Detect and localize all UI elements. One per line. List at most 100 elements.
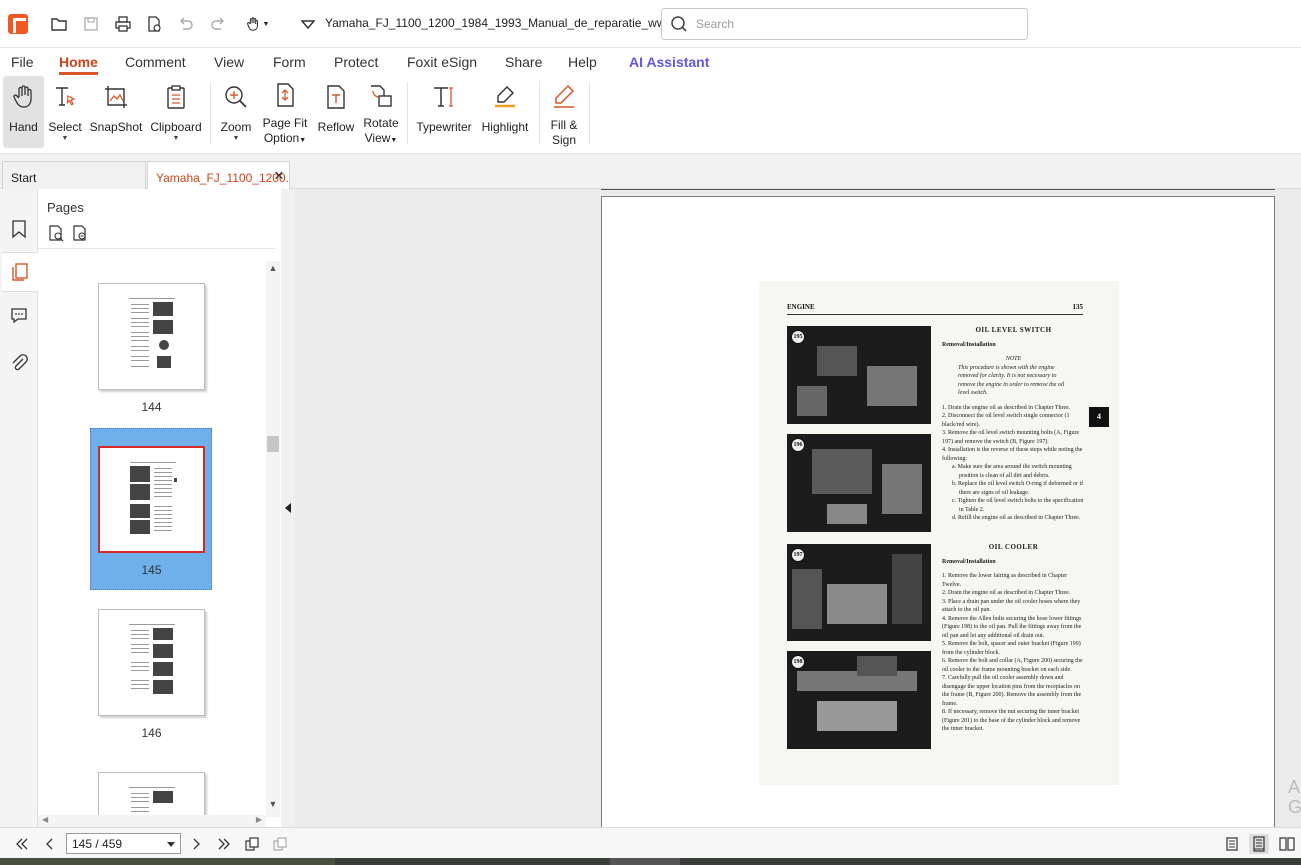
figure-photo: 197 [787, 544, 931, 641]
clipboard-icon [162, 82, 190, 112]
new-pdf-icon[interactable] [142, 12, 166, 36]
clipboard-dropdown-icon[interactable]: ▼ [173, 135, 180, 143]
two-page-view-icon[interactable] [1277, 834, 1297, 854]
page-dropdown-icon[interactable] [167, 842, 175, 847]
single-page-view-icon[interactable] [1222, 834, 1242, 854]
fill-and-sign-button[interactable]: Fill & Sign [545, 76, 583, 148]
page-fit-option-button[interactable]: Page Fit Option▼ [260, 76, 310, 148]
page-number-field[interactable]: 145 / 459 [66, 833, 181, 854]
menu-protect[interactable]: Protect [334, 54, 378, 70]
print-icon[interactable] [111, 12, 135, 36]
page-thumbnail-144[interactable] [98, 283, 205, 390]
tab-document[interactable]: Yamaha_FJ_1100_1200... ✕ [147, 161, 290, 190]
hand-tool-button[interactable]: Hand [3, 76, 44, 148]
pdf-page[interactable]: ENGINE 135 195 196 197 198 OIL LEVEL SWI… [601, 196, 1275, 827]
rotate-view-icon [367, 82, 395, 108]
previous-view-icon[interactable] [242, 834, 262, 854]
select-text-icon [51, 82, 79, 112]
previous-page-icon[interactable] [40, 834, 60, 854]
pages-panel-title: Pages [47, 200, 84, 215]
clipboard-button[interactable]: Clipboard ▼ [148, 76, 204, 148]
next-page-icon[interactable] [186, 834, 206, 854]
scroll-up-icon[interactable]: ▲ [266, 263, 280, 277]
next-view-icon[interactable] [270, 834, 290, 854]
thumbnails-vertical-scrollbar[interactable]: ▲ ▼ [266, 261, 280, 817]
scanned-manual-page: ENGINE 135 195 196 197 198 OIL LEVEL SWI… [759, 281, 1119, 785]
ribbon-divider [407, 82, 408, 144]
menu-help[interactable]: Help [568, 54, 597, 70]
menu-share[interactable]: Share [505, 54, 542, 70]
page-thumbnail-145[interactable] [98, 446, 205, 553]
pages-panel-icon[interactable] [2, 252, 38, 292]
comments-icon[interactable] [4, 295, 34, 335]
last-page-icon[interactable] [214, 834, 234, 854]
menu-form[interactable]: Form [273, 54, 306, 70]
bookmarks-icon[interactable] [4, 209, 34, 249]
collapse-panel-handle[interactable] [281, 189, 295, 827]
search-box[interactable] [661, 8, 1028, 40]
ribbon-divider [210, 82, 211, 144]
page-thumbnail-preview [129, 785, 175, 817]
menu-foxit-esign[interactable]: Foxit eSign [407, 54, 477, 70]
scroll-left-icon[interactable]: ◀ [42, 815, 48, 824]
zoom-dropdown-icon[interactable]: ▼ [233, 135, 240, 143]
menu-comment[interactable]: Comment [125, 54, 186, 70]
title-bar: ▼ Yamaha_FJ_1100_1200_1984_1993_Manual_d… [0, 0, 1301, 48]
scroll-right-icon[interactable]: ▶ [256, 815, 262, 824]
typewriter-button[interactable]: Typewriter [414, 76, 474, 148]
undo-icon[interactable] [174, 12, 198, 36]
zoom-button[interactable]: Zoom ▼ [216, 76, 256, 148]
taskbar-edge [0, 858, 1301, 865]
scroll-down-icon[interactable]: ▼ [266, 799, 280, 813]
menu-ai-assistant[interactable]: AI Assistant [629, 54, 709, 70]
document-title: Yamaha_FJ_1100_1200_1984_1993_Manual_de_… [325, 16, 704, 30]
menu-view[interactable]: View [214, 54, 244, 70]
page-thumbnail-next[interactable] [98, 772, 205, 817]
highlight-icon [491, 82, 519, 112]
page-thumbnail-preview [129, 296, 175, 376]
hand-cursor-icon[interactable]: ▼ [240, 12, 274, 36]
hand-icon [10, 82, 38, 112]
page-number-label: 146 [141, 726, 162, 740]
search-icon [671, 16, 687, 32]
pages-panel: Pages 144 145 146 ▲ ▼ ◀ ▶ [38, 189, 281, 827]
thumbnails-horizontal-scrollbar[interactable]: ◀ ▶ [38, 815, 266, 827]
page-options-icon[interactable] [47, 224, 65, 242]
chapter-tab: 4 [1089, 407, 1109, 427]
thumbnail-zoom-icon[interactable] [71, 224, 89, 242]
continuous-view-icon[interactable] [1249, 834, 1269, 854]
customize-dropdown-icon[interactable] [296, 12, 320, 36]
open-folder-icon[interactable] [47, 12, 71, 36]
ribbon-divider [539, 82, 540, 144]
menu-home[interactable]: Home [59, 54, 98, 75]
select-dropdown-icon[interactable]: ▼ [62, 135, 69, 143]
attachments-icon[interactable] [4, 343, 34, 383]
scrollbar-thumb[interactable] [267, 436, 279, 452]
document-tab-bar: Start Yamaha_FJ_1100_1200... ✕ [0, 154, 1301, 190]
foxit-logo-icon[interactable] [8, 14, 28, 34]
highlight-button[interactable]: Highlight [478, 76, 532, 148]
document-viewer[interactable]: ENGINE 135 195 196 197 198 OIL LEVEL SWI… [295, 189, 1301, 827]
select-tool-button[interactable]: Select ▼ [46, 76, 84, 148]
ribbon-divider [589, 82, 590, 144]
page-fit-icon [271, 82, 299, 108]
typewriter-icon [430, 82, 458, 112]
tab-start[interactable]: Start [2, 161, 146, 189]
figure-photo: 195 [787, 326, 931, 424]
rotate-view-button[interactable]: Rotate View▼ [360, 76, 402, 148]
first-page-icon[interactable] [12, 834, 32, 854]
save-icon[interactable] [79, 12, 103, 36]
search-input[interactable] [696, 17, 996, 31]
pages-panel-divider [38, 248, 275, 249]
oil-cooler-section: OIL COOLER Removal/Installation 1. Remov… [942, 543, 1083, 732]
menu-bar: File Home Comment View Form Protect Foxi… [0, 48, 1301, 76]
menu-file[interactable]: File [11, 54, 34, 70]
collapse-panel-arrow-icon[interactable] [285, 503, 291, 513]
snapshot-button[interactable]: SnapShot [89, 76, 143, 148]
close-tab-icon[interactable]: ✕ [273, 169, 285, 182]
page-thumbnail-146[interactable] [98, 609, 205, 716]
fill-sign-pen-icon [550, 82, 578, 110]
reflow-button[interactable]: Reflow [316, 76, 356, 148]
reflow-icon [322, 82, 350, 112]
redo-icon[interactable] [206, 12, 230, 36]
